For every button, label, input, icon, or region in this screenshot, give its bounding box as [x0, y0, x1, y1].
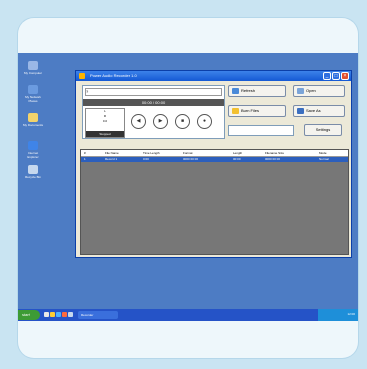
window-titlebar[interactable]: Power Audio Recorder 1.0 _ □ × — [76, 71, 351, 81]
save-as-button[interactable]: Save As — [293, 105, 345, 117]
quicklaunch-icon[interactable] — [62, 312, 67, 317]
refresh-icon — [232, 87, 239, 94]
time-display: 00:00 / 00:00 — [83, 99, 224, 106]
recycle-bin-icon — [28, 165, 38, 174]
refresh-label: Refresh — [241, 88, 256, 93]
column-header[interactable]: Filename Size — [265, 150, 284, 156]
recorder-window: Power Audio Recorder 1.0 _ □ × ? 00:00 /… — [75, 70, 352, 258]
taskbar: start Recorder 12:00 — [18, 309, 358, 321]
desktop-icon-label: Internet Explorer — [27, 151, 39, 159]
burn-button[interactable]: Burn Files — [228, 105, 286, 117]
quicklaunch-icon[interactable] — [50, 312, 55, 317]
player-display: ? 00:00 / 00:00 L R 0.0 Stopped ◀ ▶ ■ ● — [82, 85, 225, 139]
settings-label: Settings — [315, 127, 331, 132]
open-icon — [297, 87, 304, 94]
cell: 00:00 — [233, 157, 241, 161]
desktop-icon-documents[interactable]: My Documents — [22, 113, 44, 127]
column-header[interactable]: File Name — [105, 150, 119, 156]
my-computer-icon — [28, 61, 38, 70]
cell: Record 1 — [105, 157, 118, 161]
record-knob[interactable]: ● — [197, 114, 212, 129]
table-header: # File Name Time Length Format Length Fi… — [81, 150, 348, 157]
maximize-button[interactable]: □ — [332, 72, 340, 80]
desktop-icon-recycle[interactable]: Recycle Bin — [22, 165, 44, 179]
save-label: Save As — [306, 108, 321, 113]
stop-knob[interactable]: ■ — [175, 114, 190, 129]
desktop-icon-label: My Documents — [22, 123, 43, 127]
lcd-status: Stopped — [86, 131, 124, 137]
cell: 0000 00 00 — [183, 157, 199, 161]
cell: 1 — [84, 157, 86, 161]
system-tray: 12:00 — [318, 309, 358, 321]
desktop-screenshot: My Computer My Network Places My Documen… — [18, 53, 358, 321]
desktop-icon-label: Recycle Bin — [25, 175, 41, 179]
column-header[interactable]: Length — [233, 150, 242, 156]
close-button[interactable]: × — [341, 72, 349, 80]
open-button[interactable]: Open — [293, 85, 345, 97]
desktop-icon-my-computer[interactable]: My Computer — [22, 61, 44, 75]
desktop-icon-label: My Computer — [23, 71, 42, 75]
open-label: Open — [306, 88, 316, 93]
track-name-field[interactable]: ? — [85, 88, 222, 96]
network-icon — [28, 85, 38, 94]
folder-icon — [28, 113, 38, 122]
cell: 0000 00 00 — [265, 157, 281, 161]
quicklaunch-icon[interactable] — [56, 312, 61, 317]
internet-explorer-icon — [28, 141, 38, 150]
desktop-icon-label: My Network Places — [25, 95, 41, 103]
window-title: Power Audio Recorder 1.0 — [90, 73, 137, 78]
minimize-button[interactable]: _ — [323, 72, 331, 80]
taskbar-window-button[interactable]: Recorder — [78, 311, 118, 319]
cell: 0:00 — [143, 157, 149, 161]
quicklaunch-icon[interactable] — [44, 312, 49, 317]
column-header[interactable]: # — [84, 150, 86, 156]
burn-label: Burn Files — [241, 108, 260, 113]
play-knob[interactable]: ▶ — [153, 114, 168, 129]
save-icon — [297, 107, 304, 114]
cell: Normal — [319, 157, 329, 161]
lcd-row: 0.0 — [102, 119, 108, 123]
start-button[interactable]: start — [18, 310, 40, 320]
quicklaunch-icon[interactable] — [68, 312, 73, 317]
column-header[interactable]: Time Length — [143, 150, 160, 156]
burn-icon — [232, 107, 239, 114]
level-meter: L R 0.0 Stopped — [85, 108, 125, 138]
refresh-button[interactable]: Refresh — [228, 85, 286, 97]
rewind-knob[interactable]: ◀ — [131, 114, 146, 129]
desktop-icon-network[interactable]: My Network Places — [22, 85, 44, 103]
recordings-table: # File Name Time Length Format Length Fi… — [80, 149, 349, 255]
column-header[interactable]: Mode — [319, 150, 327, 156]
column-header[interactable]: Format — [183, 150, 193, 156]
path-input[interactable] — [228, 125, 294, 136]
desktop-icon-ie[interactable]: Internet Explorer — [22, 141, 44, 159]
app-icon — [79, 73, 85, 79]
table-row[interactable]: 1 Record 1 0:00 0000 00 00 00:00 0000 00… — [81, 157, 348, 162]
settings-button[interactable]: Settings — [304, 124, 342, 136]
clock: 12:00 — [347, 312, 355, 316]
